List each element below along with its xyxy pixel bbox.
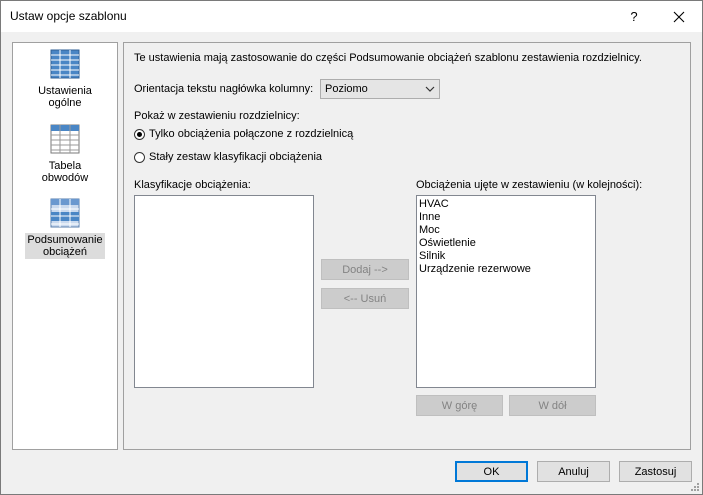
list-item[interactable]: Urządzenie rezerwowe (417, 263, 595, 276)
sidebar-item-label: obwodów (41, 172, 89, 184)
help-button[interactable]: ? (611, 1, 657, 32)
sidebar-item-circuit-table[interactable]: Tabela obwodów (17, 123, 113, 185)
radio-indicator[interactable] (134, 151, 145, 163)
radio-indicator[interactable] (134, 128, 145, 140)
description-text: Te ustawienia mają zastosowanie do częśc… (134, 52, 642, 64)
cancel-button[interactable]: Anuluj (537, 461, 610, 482)
add-button[interactable]: Dodaj --> (321, 259, 409, 280)
list-item[interactable]: Oświetlenie (417, 237, 595, 250)
sidebar-item-label: obciążeń (42, 246, 88, 258)
resize-grip-icon[interactable] (689, 481, 699, 491)
radio-connected-loads[interactable]: Tylko obciążenia połączone z rozdzielnic… (134, 128, 353, 140)
included-loads-list[interactable]: HVAC Inne Moc Oświetlenie Silnik Urządze… (416, 195, 596, 388)
sidebar-item-label: Ustawienia (38, 85, 92, 97)
list-item[interactable]: Inne (417, 211, 595, 224)
remove-button[interactable]: <-- Usuń (321, 288, 409, 309)
load-summary-icon (50, 198, 80, 228)
classifications-label: Klasyfikacje obciążenia: (134, 179, 251, 191)
close-icon (673, 11, 685, 22)
list-item[interactable]: HVAC (417, 198, 595, 211)
sidebar-item-label: ogólne (48, 97, 82, 109)
orientation-label: Orientacja tekstu nagłówka kolumny: (134, 83, 314, 95)
ok-button[interactable]: OK (455, 461, 528, 482)
show-label: Pokaż w zestawieniu rozdzielnicy: (134, 110, 300, 122)
apply-button[interactable]: Zastosuj (619, 461, 692, 482)
radio-fixed-label: Stały zestaw klasyfikacji obciążenia (149, 151, 323, 163)
category-sidebar: Ustawienia ogólne Tabela obwodów Podsumo… (12, 42, 118, 450)
dialog-window: Ustaw opcje szablonu ? Ustawienia ogólne (0, 0, 703, 495)
radio-fixed-classifications[interactable]: Stały zestaw klasyfikacji obciążenia (134, 151, 322, 163)
radio-connected-label: Tylko obciążenia połączone z rozdzielnic… (149, 128, 354, 140)
orientation-value: Poziomo (325, 83, 368, 95)
sidebar-item-label: Podsumowanie (27, 234, 103, 246)
move-down-button[interactable]: W dół (509, 395, 596, 416)
title-bar[interactable]: Ustaw opcje szablonu ? (1, 1, 702, 32)
orientation-select[interactable]: Poziomo (320, 79, 440, 99)
chevron-down-icon (425, 86, 435, 92)
list-item[interactable]: Moc (417, 224, 595, 237)
window-title: Ustaw opcje szablonu (10, 9, 127, 23)
table-settings-icon (50, 49, 80, 79)
sidebar-item-load-summary[interactable]: Podsumowanie obciążeń (17, 197, 113, 259)
sidebar-item-label: Tabela (48, 160, 82, 172)
included-label: Obciążenia ujęte w zestawieniu (w kolejn… (416, 179, 643, 191)
settings-panel: Te ustawienia mają zastosowanie do częśc… (123, 42, 691, 450)
sidebar-item-general-settings[interactable]: Ustawienia ogólne (17, 48, 113, 110)
move-up-button[interactable]: W górę (416, 395, 503, 416)
list-item[interactable]: Silnik (417, 250, 595, 263)
circuit-table-icon (50, 124, 80, 154)
close-button[interactable] (656, 1, 702, 32)
classifications-list[interactable] (134, 195, 314, 388)
